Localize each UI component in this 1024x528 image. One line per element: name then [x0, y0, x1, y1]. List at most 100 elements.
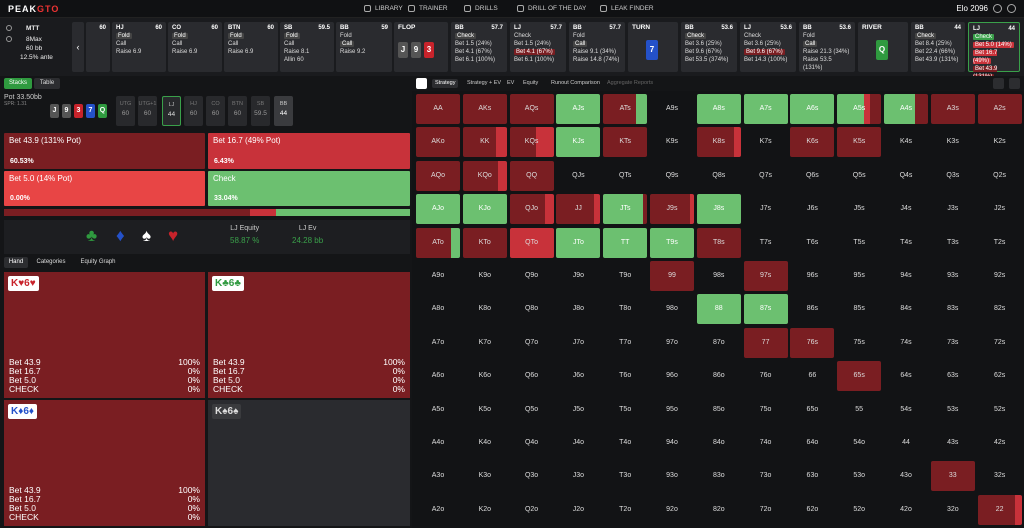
hand-cell-aa[interactable]: AA: [416, 94, 460, 124]
tab-ev[interactable]: EV: [504, 79, 517, 88]
hand-cell-73o[interactable]: 73o: [744, 461, 788, 491]
hand-cell-k6s[interactable]: K6s: [790, 127, 835, 158]
hand-cell-53s[interactable]: 53s: [931, 395, 975, 425]
hand-cell-t4s[interactable]: T4s: [884, 228, 928, 258]
seat-lj-active[interactable]: LJ 44: [162, 96, 181, 126]
position-utg[interactable]: 60: [86, 22, 110, 72]
hand-cell-ajs[interactable]: AJs: [556, 94, 601, 124]
hand-cell-q2s[interactable]: Q2s: [978, 161, 1022, 191]
hand-cell-72s[interactable]: 72s: [978, 328, 1022, 358]
hand-cell-t6s[interactable]: T6s: [790, 228, 834, 258]
hand-cell-43o[interactable]: 43o: [884, 461, 928, 491]
hand-cell-a4s[interactable]: A4s: [884, 94, 928, 124]
hand-cell-44[interactable]: 44: [884, 428, 928, 458]
hand-cell-98s[interactable]: 98s: [697, 261, 741, 291]
hand-cell-j4o[interactable]: J4o: [556, 428, 600, 458]
hand-cell-k2s[interactable]: K2s: [978, 127, 1022, 157]
street-flop[interactable]: FLOP J 9 3: [394, 22, 448, 72]
hand-cell-54o[interactable]: 54o: [837, 428, 881, 458]
hand-cell-64s[interactable]: 64s: [884, 361, 928, 391]
settings-icon[interactable]: [993, 4, 1002, 13]
hand-cell-82s[interactable]: 82s: [978, 294, 1022, 324]
nav-drills[interactable]: DRILLS: [464, 5, 498, 12]
hand-cell-a8s[interactable]: A8s: [696, 94, 741, 124]
position-hj[interactable]: HJ 60 Fold Call Raise 6.9: [112, 22, 166, 72]
heart-filter-icon[interactable]: ♥: [168, 226, 178, 246]
hand-cell-t6o[interactable]: T6o: [603, 361, 647, 391]
share-icon[interactable]: [993, 78, 1004, 89]
tab-aggregate-reports[interactable]: Aggregate Reports: [604, 79, 656, 88]
hand-cell-82o[interactable]: 82o: [697, 495, 741, 525]
hand-cell-99[interactable]: 99: [650, 261, 694, 291]
action-bet-43[interactable]: Bet 43.9 (131% Pot) 60.53%: [4, 133, 205, 169]
hand-cell-aqs[interactable]: AQs: [509, 94, 554, 124]
hand-cell-j2s[interactable]: J2s: [978, 194, 1022, 224]
gear-icon[interactable]: [6, 25, 12, 31]
hand-cell-kjo[interactable]: KJo: [462, 194, 507, 225]
hand-cell-kts[interactable]: KTs: [603, 127, 648, 158]
tab-hand[interactable]: Hand: [4, 257, 28, 268]
diamond-filter-icon[interactable]: ♦: [116, 226, 125, 246]
hand-cell-32s[interactable]: 32s: [978, 461, 1022, 491]
hand-cell-97o[interactable]: 97o: [650, 328, 694, 358]
hand-cell-j5s[interactable]: J5s: [837, 194, 881, 224]
hand-cell-t7o[interactable]: T7o: [603, 328, 647, 358]
hand-cell-k8s[interactable]: K8s: [696, 127, 741, 158]
flop-bb[interactable]: BB 57.7 Check Bet 1.5 (24%) Bet 4.1 (67%) Bet…: [451, 22, 507, 72]
hand-cell-a4o[interactable]: A4o: [416, 428, 460, 458]
combo-kh6h[interactable]: K♥6♥ Bet 43.9 100% Bet 16.7 0% Bet 5.0 0% C…: [4, 272, 205, 398]
hand-cell-k4s[interactable]: K4s: [884, 127, 928, 157]
hand-cell-t8s[interactable]: T8s: [696, 227, 741, 258]
hand-cell-42s[interactable]: 42s: [978, 428, 1022, 458]
hand-cell-a7o[interactable]: A7o: [416, 328, 460, 358]
hand-cell-j3s[interactable]: J3s: [931, 194, 975, 224]
hand-cell-qjo[interactable]: QJo: [509, 194, 554, 225]
tab-stacks[interactable]: Stacks: [4, 78, 32, 89]
chevron-left-icon[interactable]: ‹: [72, 22, 84, 72]
hand-cell-87o[interactable]: 87o: [697, 328, 741, 358]
action-bet-16[interactable]: Bet 16.7 (49% Pot) 6.43%: [208, 133, 410, 169]
hand-cell-83s[interactable]: 83s: [931, 294, 975, 324]
hand-cell-k7s[interactable]: K7s: [744, 127, 788, 157]
tab-runout-comparison[interactable]: Runout Comparison: [548, 79, 603, 88]
combo-kd6d[interactable]: K♦6♦ Bet 43.9 100% Bet 16.7 0% Bet 5.0 0% C…: [4, 400, 205, 526]
tab-strategy[interactable]: Strategy: [432, 79, 459, 88]
tab-strategy-ev[interactable]: Strategy + EV: [464, 79, 504, 88]
hand-cell-k5s[interactable]: K5s: [837, 127, 882, 158]
hand-cell-63s[interactable]: 63s: [931, 361, 975, 391]
street-river[interactable]: RIVER Q: [858, 22, 908, 72]
hand-cell-92s[interactable]: 92s: [978, 261, 1022, 291]
position-bb[interactable]: BB 59 Fold Call Raise 9.2: [336, 22, 392, 72]
hand-cell-qts[interactable]: QTs: [603, 161, 647, 191]
hand-cell-k9s[interactable]: K9s: [650, 127, 694, 157]
hand-cell-k9o[interactable]: K9o: [463, 261, 507, 291]
hand-cell-jj[interactable]: JJ: [556, 194, 601, 225]
gamepad-icon[interactable]: [1009, 78, 1020, 89]
nav-drill-of-the-day[interactable]: DRILL OF THE DAY: [517, 5, 586, 12]
hand-cell-k7o[interactable]: K7o: [463, 328, 507, 358]
hand-cell-j8o[interactable]: J8o: [556, 294, 600, 324]
hand-cell-t5s[interactable]: T5s: [837, 228, 881, 258]
hand-cell-92o[interactable]: 92o: [650, 495, 694, 525]
hand-cell-85o[interactable]: 85o: [697, 395, 741, 425]
hand-cell-aks[interactable]: AKs: [462, 94, 507, 124]
seat-co[interactable]: CO 60: [206, 96, 225, 126]
hand-cell-84o[interactable]: 84o: [697, 428, 741, 458]
tab-equity[interactable]: Equity: [520, 79, 541, 88]
hand-cell-q4o[interactable]: Q4o: [510, 428, 554, 458]
hand-cell-j7s[interactable]: J7s: [744, 194, 788, 224]
hand-cell-52o[interactable]: 52o: [837, 495, 881, 525]
hand-cell-76o[interactable]: 76o: [744, 361, 788, 391]
hand-cell-aqo[interactable]: AQo: [416, 160, 460, 191]
hand-cell-jto[interactable]: JTo: [556, 227, 601, 258]
hand-cell-a5s[interactable]: A5s: [837, 94, 882, 124]
hand-cell-83o[interactable]: 83o: [697, 461, 741, 491]
hand-cell-j9o[interactable]: J9o: [556, 261, 600, 291]
hand-cell-66[interactable]: 66: [790, 361, 834, 391]
hand-cell-74s[interactable]: 74s: [884, 328, 928, 358]
hand-cell-k4o[interactable]: K4o: [463, 428, 507, 458]
tab-equity-graph[interactable]: Equity Graph: [74, 257, 122, 268]
refresh-icon[interactable]: [6, 36, 12, 42]
hand-cell-32o[interactable]: 32o: [931, 495, 975, 525]
hand-cell-ako[interactable]: AKo: [416, 127, 460, 158]
